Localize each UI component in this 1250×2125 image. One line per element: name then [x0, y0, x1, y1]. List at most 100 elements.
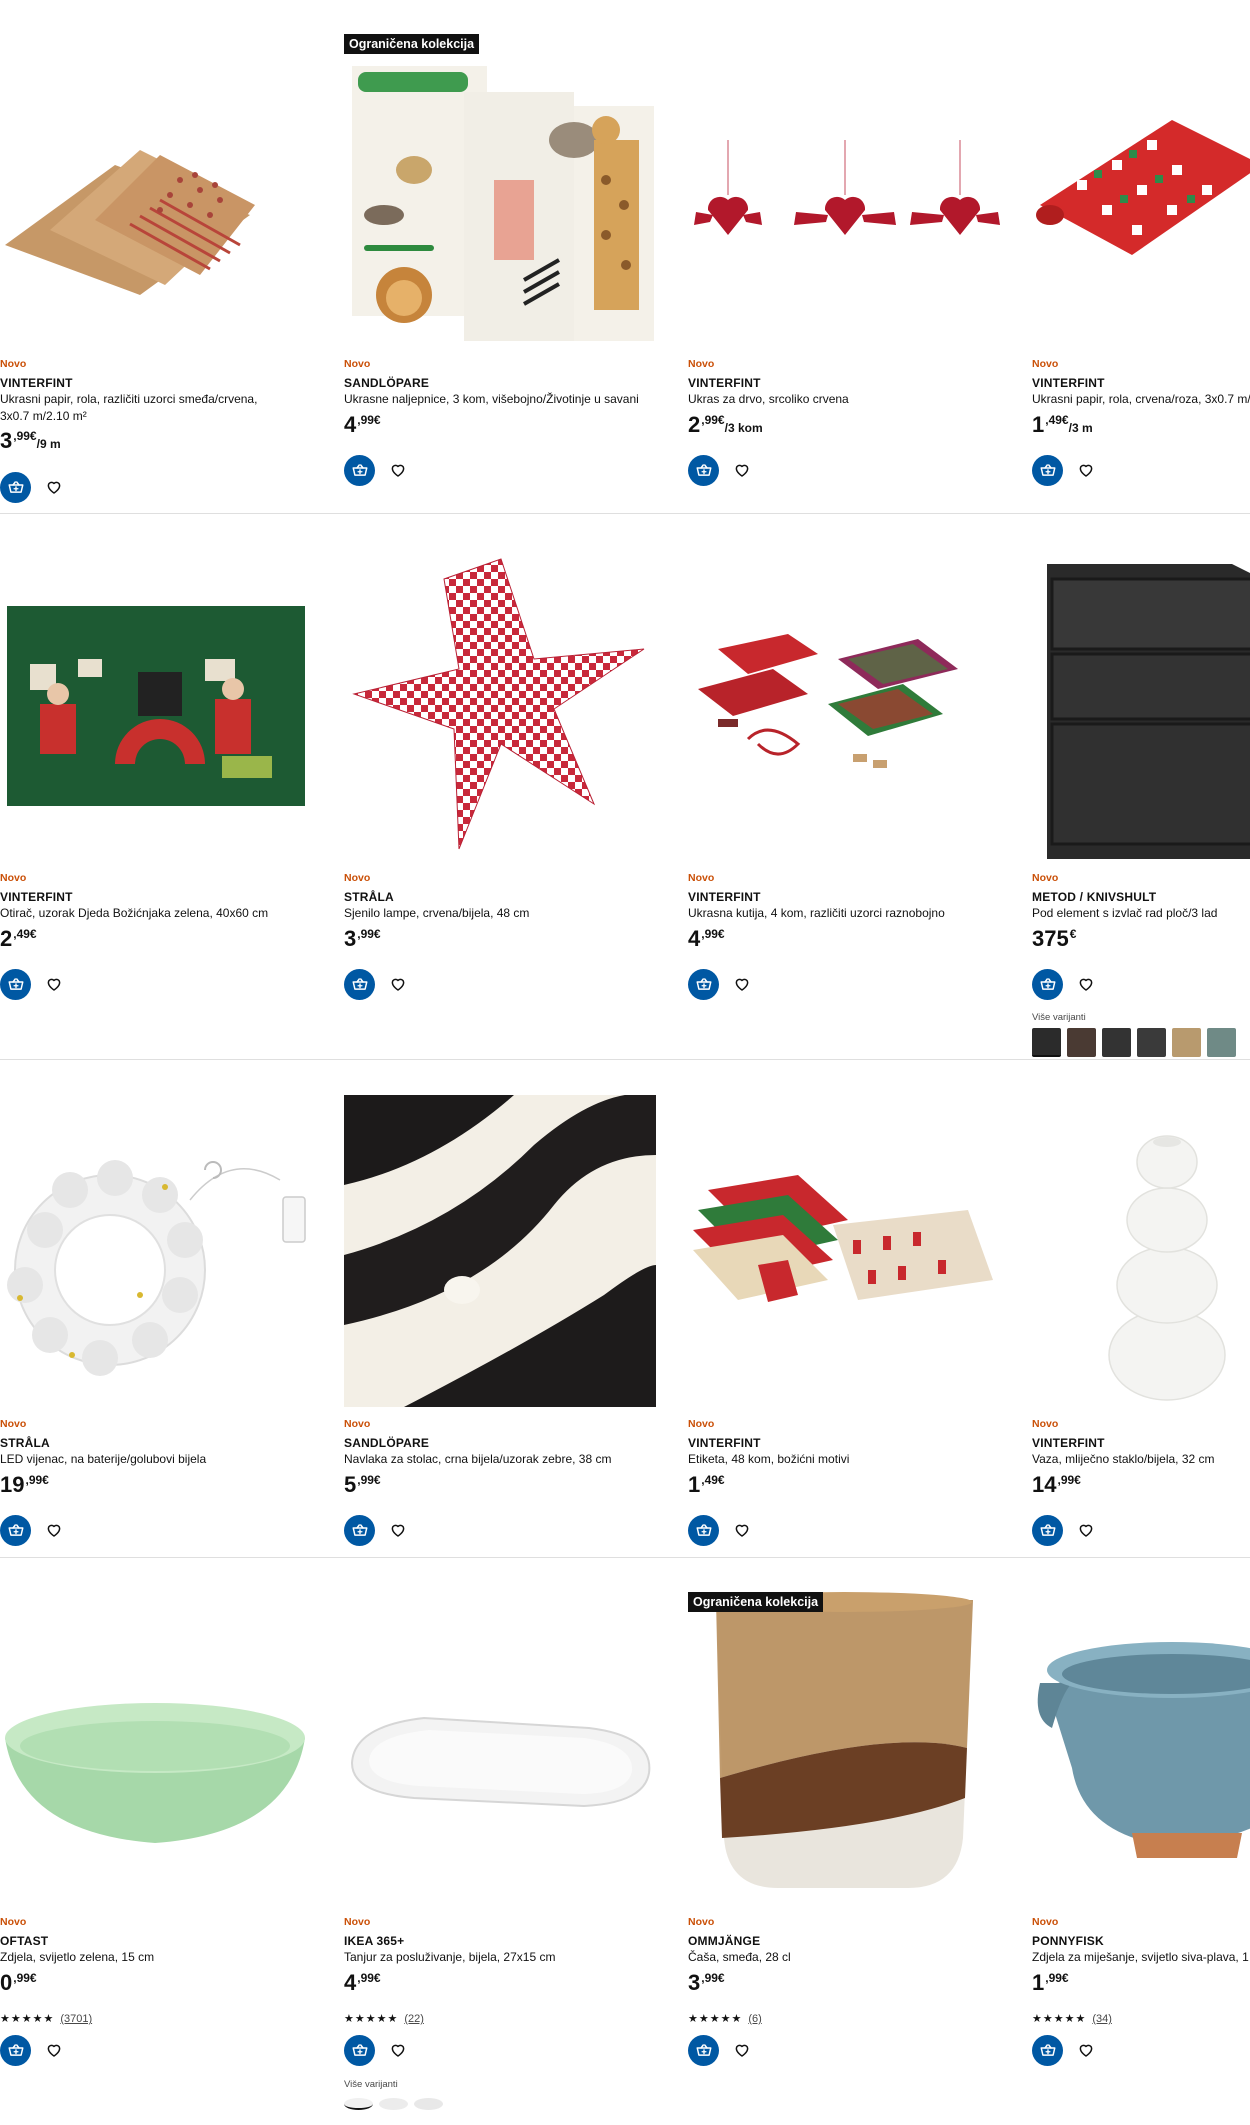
product-image[interactable]	[344, 30, 659, 345]
favourite-button[interactable]	[731, 459, 753, 481]
product-image[interactable]	[688, 1090, 1003, 1405]
product-price: 5,99€	[344, 1472, 381, 1498]
product-card[interactable]: Novo SANDLÖPARE Navlaka za stolac, crna …	[344, 1060, 674, 1557]
product-name[interactable]: METOD / KNIVSHULT	[1032, 890, 1156, 904]
rating-count[interactable]: (34)	[1092, 2013, 1112, 2025]
product-card[interactable]: Novo METOD / KNIVSHULT Pod element s izv…	[1032, 514, 1250, 1059]
add-to-cart-button[interactable]	[1032, 455, 1063, 486]
product-name[interactable]: VINTERFINT	[688, 376, 761, 390]
rating-count[interactable]: (22)	[404, 2013, 424, 2025]
favourite-button[interactable]	[731, 973, 753, 995]
add-to-cart-button[interactable]	[1032, 2035, 1063, 2066]
add-to-cart-button[interactable]	[688, 455, 719, 486]
product-image[interactable]	[344, 1095, 656, 1407]
product-name[interactable]: VINTERFINT	[688, 1436, 761, 1450]
variant-swatch[interactable]	[1207, 1028, 1236, 1057]
add-to-cart-button[interactable]	[0, 1515, 31, 1546]
variant-swatch[interactable]	[1172, 1028, 1201, 1057]
variant-swatch[interactable]	[1067, 1028, 1096, 1057]
add-to-cart-button[interactable]	[0, 2035, 31, 2066]
product-card[interactable]: Novo OFTAST Zdjela, svijetlo zelena, 15 …	[0, 1558, 330, 2125]
product-card[interactable]: Novo VINTERFINT Ukras za drvo, srcoliko …	[688, 0, 1018, 512]
product-name[interactable]: STRÅLA	[0, 1436, 50, 1450]
variant-swatch[interactable]	[1032, 1028, 1061, 1057]
product-rating[interactable]: ★★★★★ (22)	[344, 2012, 424, 2025]
favourite-button[interactable]	[1075, 2039, 1097, 2061]
add-to-cart-button[interactable]	[1032, 969, 1063, 1000]
product-name[interactable]: IKEA 365+	[344, 1934, 404, 1948]
favourite-button[interactable]	[1075, 973, 1097, 995]
product-name[interactable]: PONNYFISK	[1032, 1934, 1104, 1948]
favourite-button[interactable]	[43, 973, 65, 995]
product-name[interactable]: VINTERFINT	[0, 890, 73, 904]
add-to-cart-button[interactable]	[688, 1515, 719, 1546]
variant-swatch[interactable]	[414, 2098, 443, 2110]
add-to-cart-button[interactable]	[688, 2035, 719, 2066]
variant-swatch[interactable]	[1102, 1028, 1131, 1057]
favourite-button[interactable]	[1075, 1519, 1097, 1541]
product-rating[interactable]: ★★★★★ (3701)	[0, 2012, 92, 2025]
product-name[interactable]: OFTAST	[0, 1934, 48, 1948]
add-to-cart-button[interactable]	[688, 969, 719, 1000]
product-image[interactable]	[1032, 1090, 1250, 1405]
favourite-button[interactable]	[43, 1519, 65, 1541]
favourite-button[interactable]	[731, 1519, 753, 1541]
product-name[interactable]: VINTERFINT	[1032, 376, 1105, 390]
product-image[interactable]	[688, 30, 1003, 345]
product-card[interactable]: Novo VINTERFINT Etiketa, 48 kom, božićni…	[688, 1060, 1018, 1557]
favourite-button[interactable]	[387, 459, 409, 481]
add-to-cart-button[interactable]	[344, 1515, 375, 1546]
product-name[interactable]: VINTERFINT	[1032, 1436, 1105, 1450]
favourite-button[interactable]	[387, 1519, 409, 1541]
product-row-3: Novo STRÅLA LED vijenac, na baterije/gol…	[0, 1060, 1250, 1557]
product-name[interactable]: STRÅLA	[344, 890, 394, 904]
product-image[interactable]	[1032, 544, 1250, 859]
product-name[interactable]: VINTERFINT	[0, 376, 73, 390]
rating-count[interactable]: (3701)	[60, 2013, 92, 2025]
product-rating[interactable]: ★★★★★ (6)	[688, 2012, 762, 2025]
favourite-button[interactable]	[387, 973, 409, 995]
product-image[interactable]	[688, 1588, 1003, 1903]
add-to-cart-button[interactable]	[1032, 1515, 1063, 1546]
add-to-cart-button[interactable]	[344, 2035, 375, 2066]
product-card[interactable]: Novo STRÅLA Sjenilo lampe, crvena/bijela…	[344, 514, 674, 1059]
product-image[interactable]	[0, 544, 315, 859]
variant-swatch[interactable]	[1137, 1028, 1166, 1057]
product-image[interactable]	[0, 1588, 315, 1903]
product-card[interactable]: Novo STRÅLA LED vijenac, na baterije/gol…	[0, 1060, 330, 1557]
add-to-cart-button[interactable]	[0, 969, 31, 1000]
product-image[interactable]	[344, 544, 659, 859]
product-image[interactable]	[344, 1588, 659, 1903]
product-card[interactable]: Ograničena kolekcija Novo OMMJÄNGE Čaša,…	[688, 1558, 1018, 2125]
product-card[interactable]: Novo VINTERFINT Ukrasni papir, rola, crv…	[1032, 0, 1250, 512]
product-card[interactable]: Novo VINTERFINT Ukrasna kutija, 4 kom, r…	[688, 514, 1018, 1059]
product-image[interactable]	[0, 1090, 315, 1405]
product-name[interactable]: SANDLÖPARE	[344, 1436, 429, 1450]
product-name[interactable]: OMMJÄNGE	[688, 1934, 760, 1948]
product-name[interactable]: SANDLÖPARE	[344, 376, 429, 390]
product-rating[interactable]: ★★★★★ (34)	[1032, 2012, 1112, 2025]
product-card[interactable]: Novo VINTERFINT Vaza, mliječno staklo/bi…	[1032, 1060, 1250, 1557]
product-card[interactable]: Novo IKEA 365+ Tanjur za posluživanje, b…	[344, 1558, 674, 2125]
star-icon: ★★★★★	[0, 2013, 55, 2025]
rating-count[interactable]: (6)	[748, 2013, 761, 2025]
product-name[interactable]: VINTERFINT	[688, 890, 761, 904]
favourite-button[interactable]	[1075, 459, 1097, 481]
product-card[interactable]: Novo VINTERFINT Ukrasni papir, rola, raz…	[0, 0, 330, 512]
product-card[interactable]: Novo VINTERFINT Otirač, uzorak Djeda Bož…	[0, 514, 330, 1059]
product-image[interactable]	[688, 544, 1003, 859]
add-to-cart-button[interactable]	[344, 969, 375, 1000]
favourite-button[interactable]	[731, 2039, 753, 2061]
favourite-button[interactable]	[387, 2039, 409, 2061]
add-to-cart-button[interactable]	[0, 472, 31, 503]
variant-swatch[interactable]	[379, 2098, 408, 2110]
product-image[interactable]	[1032, 30, 1250, 345]
add-to-cart-button[interactable]	[344, 455, 375, 486]
product-card[interactable]: Novo PONNYFISK Zdjela za miješanje, svij…	[1032, 1558, 1250, 2125]
product-image[interactable]	[0, 30, 315, 345]
product-card[interactable]: Ograničena kolekcija Novo SANDLÖPARE Ukr…	[344, 0, 674, 512]
product-image[interactable]	[1032, 1588, 1250, 1903]
favourite-button[interactable]	[43, 2039, 65, 2061]
favourite-button[interactable]	[43, 476, 65, 498]
variant-swatch[interactable]	[344, 2098, 373, 2110]
